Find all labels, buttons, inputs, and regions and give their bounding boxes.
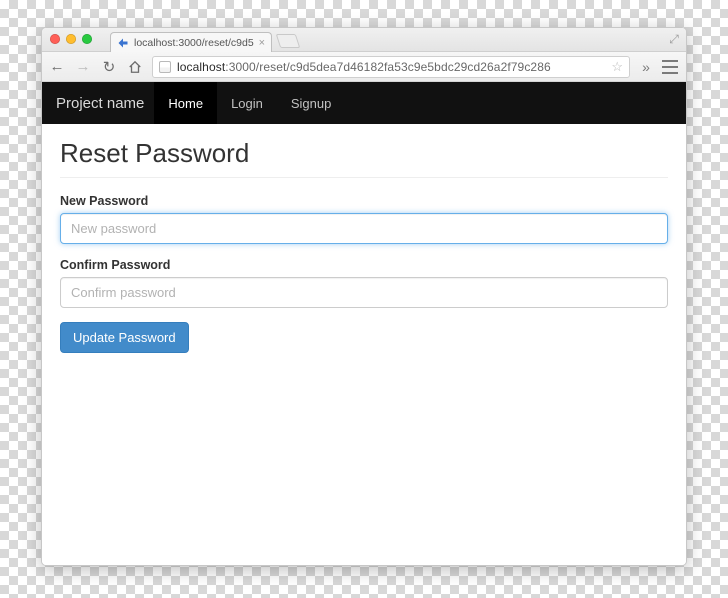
extensions-overflow-icon[interactable]: » [638, 59, 654, 75]
confirm-password-input[interactable] [60, 277, 668, 308]
close-window-button[interactable] [50, 34, 60, 44]
new-password-input[interactable] [60, 213, 668, 244]
close-tab-icon[interactable]: × [259, 37, 265, 49]
brand[interactable]: Project name [56, 95, 144, 112]
titlebar: localhost:3000/reset/c9d5 × ⤢ [42, 28, 686, 52]
fullscreen-icon[interactable]: ⤢ [668, 33, 680, 45]
forward-button[interactable]: → [74, 57, 92, 77]
update-password-button[interactable]: Update Password [60, 322, 189, 353]
home-button[interactable] [126, 57, 144, 77]
new-password-label: New Password [60, 194, 668, 208]
nav-home[interactable]: Home [154, 82, 217, 124]
tabstrip: localhost:3000/reset/c9d5 × [110, 28, 298, 51]
confirm-password-label: Confirm Password [60, 258, 668, 272]
bookmark-icon[interactable]: ☆ [611, 59, 623, 75]
page-icon [159, 61, 171, 73]
address-bar[interactable]: localhost:3000/reset/c9d5dea7d46182fa53c… [152, 56, 630, 78]
nav-signup[interactable]: Signup [277, 82, 345, 124]
back-button[interactable]: ← [48, 57, 66, 77]
page-title: Reset Password [60, 138, 668, 178]
minimize-window-button[interactable] [66, 34, 76, 44]
favicon-icon [117, 37, 129, 49]
window-controls [50, 34, 92, 44]
nav-login[interactable]: Login [217, 82, 277, 124]
url-host: localhost [177, 60, 225, 74]
tab-title: localhost:3000/reset/c9d5 [134, 37, 254, 49]
browser-window: localhost:3000/reset/c9d5 × ⤢ ← → ↻ loca… [41, 27, 687, 566]
new-tab-button[interactable] [276, 34, 301, 48]
toolbar: ← → ↻ localhost:3000/reset/c9d5dea7d4618… [42, 52, 686, 82]
confirm-password-group: Confirm Password [60, 258, 668, 308]
zoom-window-button[interactable] [82, 34, 92, 44]
url-text: localhost:3000/reset/c9d5dea7d46182fa53c… [177, 60, 605, 74]
reload-button[interactable]: ↻ [100, 57, 118, 77]
page-viewport: Project name Home Login Signup Reset Pas… [42, 82, 686, 565]
url-path: :3000/reset/c9d5dea7d46182fa53c9e5bdc29c… [225, 60, 550, 74]
content: Reset Password New Password Confirm Pass… [42, 124, 686, 373]
new-password-group: New Password [60, 194, 668, 244]
app-navbar: Project name Home Login Signup [42, 82, 686, 124]
browser-tab[interactable]: localhost:3000/reset/c9d5 × [110, 32, 272, 52]
menu-button[interactable] [662, 60, 678, 74]
